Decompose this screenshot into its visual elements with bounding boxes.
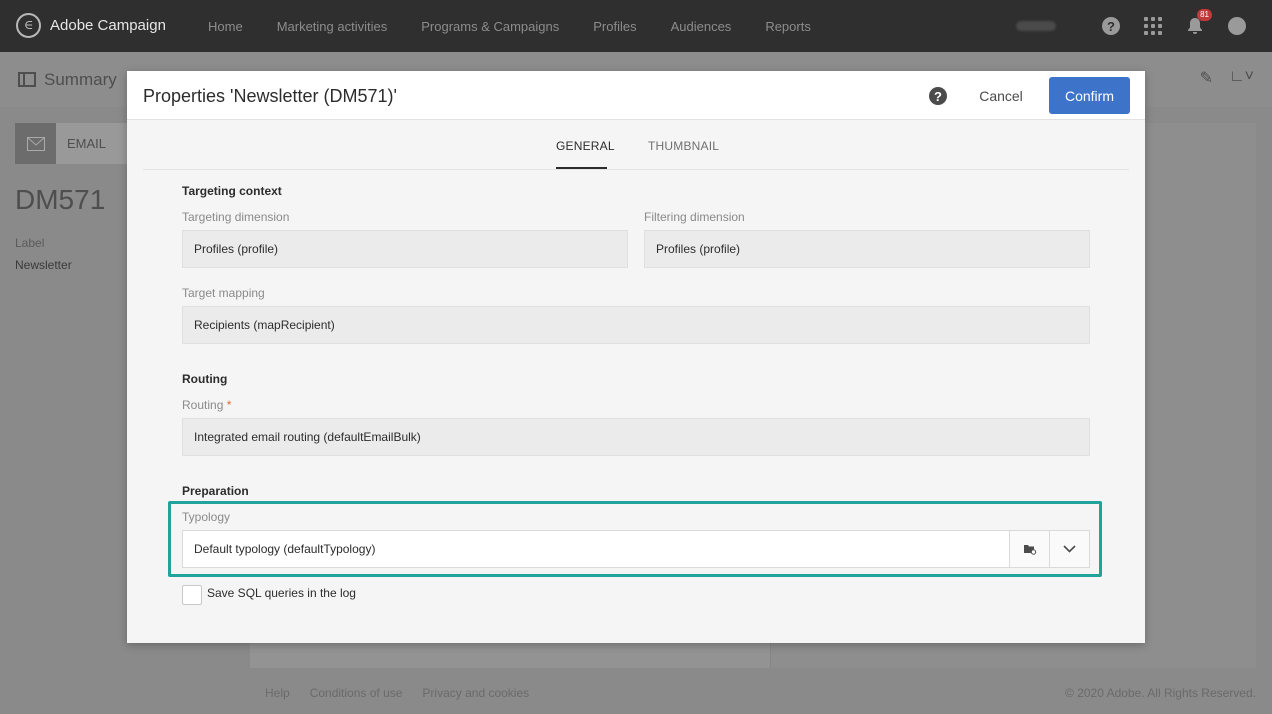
user-name-blurred[interactable]: [1016, 21, 1056, 31]
delivery-code: DM571: [15, 184, 106, 215]
targeting-dimension-label: Targeting dimension: [182, 210, 290, 224]
save-sql-label[interactable]: Save SQL queries in the log: [207, 586, 356, 600]
brand-name[interactable]: Adobe Campaign: [50, 17, 166, 34]
dialog-title: Properties 'Newsletter (DM571)': [143, 86, 397, 106]
footer-conditions-link[interactable]: Conditions of use: [310, 686, 403, 700]
typology-label: Typology: [182, 510, 231, 524]
edit-pencil-icon[interactable]: ✎: [1200, 68, 1213, 88]
typology-browse-button[interactable]: [1009, 531, 1049, 567]
notification-badge: 81: [1197, 9, 1212, 21]
nav-reports[interactable]: Reports: [765, 19, 811, 34]
cancel-button[interactable]: Cancel: [965, 77, 1037, 114]
save-sql-checkbox[interactable]: [182, 585, 202, 605]
typology-value[interactable]: Default typology (defaultTypology): [183, 542, 1009, 556]
typology-field[interactable]: Default typology (defaultTypology): [182, 530, 1090, 568]
confirm-button[interactable]: Confirm: [1049, 77, 1130, 114]
target-mapping-label: Target mapping: [182, 286, 265, 300]
routing-label-text: Routing: [182, 398, 224, 412]
tab-general[interactable]: GENERAL: [556, 139, 615, 153]
tab-thumbnail[interactable]: THUMBNAIL: [648, 139, 719, 153]
channel-tile: EMAIL: [15, 123, 127, 164]
nav-home[interactable]: Home: [208, 19, 243, 34]
chevron-down-icon: [1063, 545, 1076, 553]
footer-privacy-link[interactable]: Privacy and cookies: [422, 686, 529, 700]
active-tab-indicator: [556, 167, 607, 169]
help-icon[interactable]: ?: [1100, 15, 1122, 37]
targeting-context-heading: Targeting context: [182, 184, 282, 198]
nav-programs-campaigns[interactable]: Programs & Campaigns: [421, 19, 559, 34]
nav-profiles[interactable]: Profiles: [593, 19, 636, 34]
routing-value: Integrated email routing (defaultEmailBu…: [194, 430, 421, 444]
targeting-dimension-field: Profiles (profile): [182, 230, 628, 268]
page-title: Summary: [44, 70, 117, 89]
filtering-dimension-label: Filtering dimension: [644, 210, 745, 224]
footer-help-link[interactable]: Help: [265, 686, 290, 700]
required-marker: *: [226, 398, 232, 412]
routing-label: Routing *: [182, 398, 231, 412]
nav-audiences[interactable]: Audiences: [671, 19, 732, 34]
topbar-actions: ? 81: [1016, 0, 1248, 52]
target-mapping-field: Recipients (mapRecipient): [182, 306, 1090, 344]
routing-field: Integrated email routing (defaultEmailBu…: [182, 418, 1090, 456]
header-tools: ✎ ∟˅: [1200, 68, 1254, 88]
apps-grid-icon[interactable]: [1142, 15, 1164, 37]
footer-links: Help Conditions of use Privacy and cooki…: [265, 686, 529, 700]
targeting-dimension-value: Profiles (profile): [194, 242, 279, 256]
user-avatar-icon[interactable]: [1226, 15, 1248, 37]
routing-heading: Routing: [182, 372, 228, 386]
target-mapping-value: Recipients (mapRecipient): [194, 318, 335, 332]
copyright: © 2020 Adobe. All Rights Reserved.: [1065, 686, 1256, 700]
adobe-campaign-logo-icon[interactable]: ∈: [16, 13, 41, 38]
typology-dropdown-button[interactable]: [1049, 531, 1089, 567]
preparation-heading: Preparation: [182, 484, 249, 498]
filtering-dimension-field: Profiles (profile): [644, 230, 1090, 268]
folder-open-icon: [1023, 545, 1036, 555]
summary-panel-icon[interactable]: [18, 72, 36, 87]
filtering-dimension-value: Profiles (profile): [656, 242, 741, 256]
dialog-header: Properties 'Newsletter (DM571)' ? Cancel…: [127, 71, 1145, 120]
dialog-tabs: GENERAL THUMBNAIL: [143, 120, 1129, 170]
properties-dialog: Properties 'Newsletter (DM571)' ? Cancel…: [127, 71, 1145, 643]
main-nav: Home Marketing activities Programs & Cam…: [208, 0, 845, 52]
bell-icon[interactable]: 81: [1184, 9, 1212, 37]
nav-marketing-activities[interactable]: Marketing activities: [277, 19, 388, 34]
top-navigation-bar: ∈ Adobe Campaign Home Marketing activiti…: [0, 0, 1272, 52]
chart-dropdown-icon[interactable]: ∟˅: [1229, 68, 1254, 88]
dialog-help-icon[interactable]: ?: [929, 87, 947, 105]
channel-label: EMAIL: [67, 136, 107, 151]
label-caption: Label: [15, 236, 45, 250]
label-value: Newsletter: [15, 258, 72, 272]
envelope-icon: [15, 123, 56, 164]
